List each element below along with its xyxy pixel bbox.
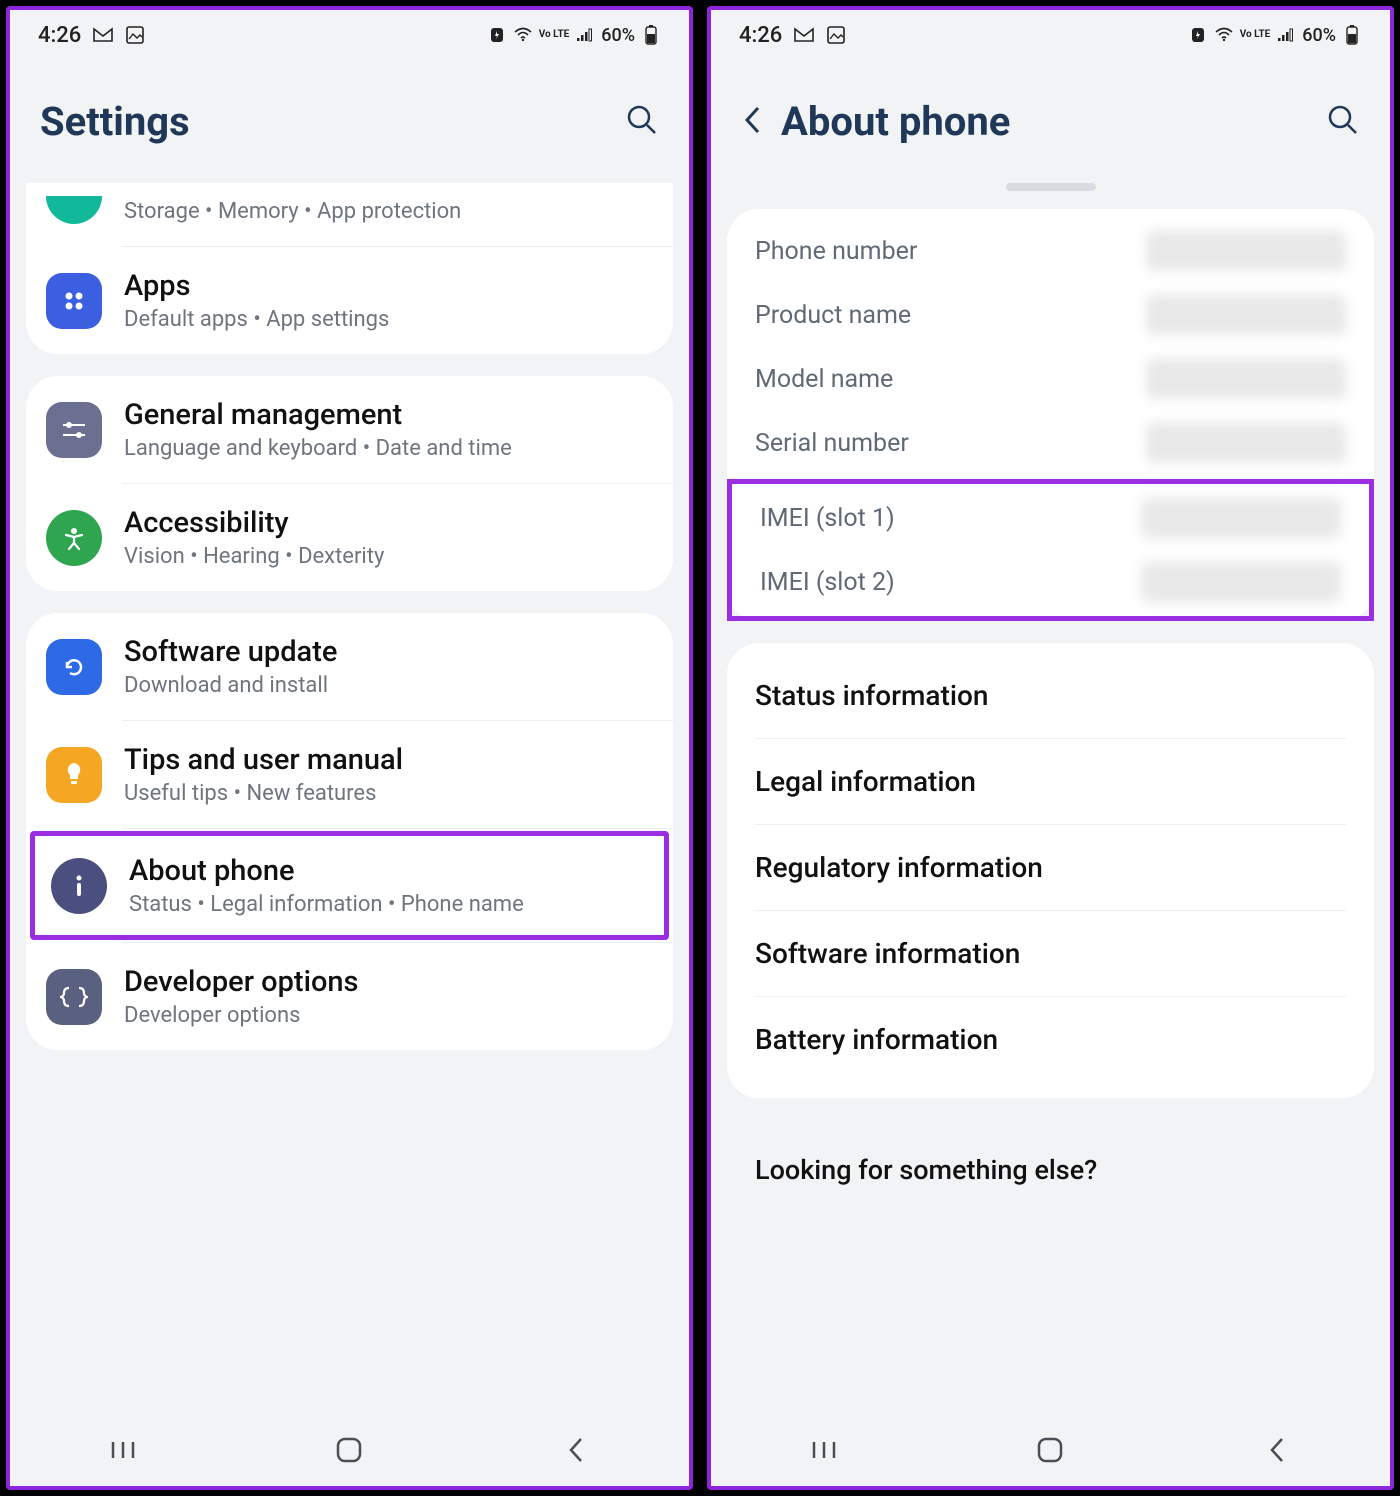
nav-recent[interactable] [103, 1430, 143, 1470]
volte-icon: Vo LTE [539, 30, 570, 40]
gallery-icon [826, 25, 846, 45]
row-status-information[interactable]: Status information [727, 653, 1374, 738]
row-dev-sub: Developer options [124, 1003, 653, 1028]
wifi-icon [1214, 25, 1234, 45]
battery-saver-icon [1188, 25, 1208, 45]
about-phone-screen: 4:26 Vo LTE 60% About phone Phone number… [707, 6, 1394, 1490]
status-bar: 4:26 Vo LTE 60% [711, 10, 1390, 60]
back-button[interactable] [741, 103, 781, 141]
blurred-value [1146, 295, 1346, 335]
row-apps[interactable]: Apps Default apps • App settings [26, 247, 673, 354]
blurred-value [1146, 359, 1346, 399]
row-apps-title: Apps [124, 269, 653, 303]
shield-icon [46, 196, 102, 224]
braces-icon [46, 969, 102, 1025]
search-button[interactable] [625, 103, 659, 141]
drag-handle[interactable] [1006, 183, 1096, 191]
battery-icon [641, 25, 661, 45]
row-general-sub: Language and keyboard • Date and time [124, 436, 653, 461]
card-system: Software update Download and install Tip… [26, 613, 673, 1050]
looking-for-something[interactable]: Looking for something else? [727, 1120, 1374, 1194]
settings-header: Settings [10, 60, 689, 183]
gmail-icon [794, 25, 814, 45]
row-battery-information[interactable]: Battery information [727, 997, 1374, 1082]
row-dev-title: Developer options [124, 965, 653, 999]
update-icon [46, 639, 102, 695]
row-general-management[interactable]: General management Language and keyboard… [26, 376, 673, 483]
settings-screen: 4:26 Vo LTE 60% Settings Storage • Memor… [6, 6, 693, 1490]
nav-home[interactable] [329, 1430, 369, 1470]
page-title: Settings [40, 98, 625, 145]
row-software-information[interactable]: Software information [727, 911, 1374, 996]
row-about-title: About phone [129, 854, 648, 888]
about-header: About phone [711, 60, 1390, 183]
card-device-care: Storage • Memory • App protection Apps D… [26, 183, 673, 354]
divider [122, 828, 673, 829]
apps-icon [46, 273, 102, 329]
gmail-icon [93, 25, 113, 45]
row-software-title: Software update [124, 635, 653, 669]
row-accessibility[interactable]: Accessibility Vision • Hearing • Dexteri… [26, 484, 673, 591]
gallery-icon [125, 25, 145, 45]
signal-icon [575, 25, 595, 45]
row-developer-options[interactable]: Developer options Developer options [26, 943, 673, 1050]
row-tips-sub: Useful tips • New features [124, 781, 653, 806]
volte-icon: Vo LTE [1240, 30, 1271, 40]
row-apps-sub: Default apps • App settings [124, 307, 653, 332]
info-icon [51, 858, 107, 914]
blurred-value [1146, 231, 1346, 271]
blurred-value [1141, 498, 1341, 538]
sliders-icon [46, 402, 102, 458]
row-regulatory-information[interactable]: Regulatory information [727, 825, 1374, 910]
row-model-name[interactable]: Model name [727, 347, 1374, 411]
nav-back[interactable] [556, 1430, 596, 1470]
row-storage[interactable]: Storage • Memory • App protection [26, 183, 673, 246]
row-accessibility-sub: Vision • Hearing • Dexterity [124, 544, 653, 569]
accessibility-icon [46, 510, 102, 566]
page-title: About phone [781, 98, 1326, 145]
signal-icon [1276, 25, 1296, 45]
row-tips-title: Tips and user manual [124, 743, 653, 777]
row-storage-sub: Storage • Memory • App protection [124, 199, 653, 224]
battery-percent: 60% [1302, 25, 1336, 46]
blurred-value [1141, 562, 1341, 602]
lightbulb-icon [46, 747, 102, 803]
row-about-sub: Status • Legal information • Phone name [129, 892, 648, 917]
row-accessibility-title: Accessibility [124, 506, 653, 540]
wifi-icon [513, 25, 533, 45]
row-product-name[interactable]: Product name [727, 283, 1374, 347]
row-legal-information[interactable]: Legal information [727, 739, 1374, 824]
imei-highlight: IMEI (slot 1) IMEI (slot 2) [727, 479, 1374, 621]
nav-recent[interactable] [804, 1430, 844, 1470]
row-imei-slot2[interactable]: IMEI (slot 2) [732, 550, 1369, 614]
row-software-update[interactable]: Software update Download and install [26, 613, 673, 720]
battery-saver-icon [487, 25, 507, 45]
nav-back[interactable] [1257, 1430, 1297, 1470]
card-general: General management Language and keyboard… [26, 376, 673, 591]
status-time: 4:26 [38, 23, 81, 48]
search-button[interactable] [1326, 103, 1360, 141]
row-tips[interactable]: Tips and user manual Useful tips • New f… [26, 721, 673, 828]
battery-icon [1342, 25, 1362, 45]
row-phone-number[interactable]: Phone number [727, 219, 1374, 283]
navigation-bar [711, 1414, 1390, 1486]
row-general-title: General management [124, 398, 653, 432]
status-bar: 4:26 Vo LTE 60% [10, 10, 689, 60]
device-info-card: Phone number Product name Model name Ser… [727, 209, 1374, 621]
blurred-value [1146, 423, 1346, 463]
row-imei-slot1[interactable]: IMEI (slot 1) [732, 486, 1369, 550]
battery-percent: 60% [601, 25, 635, 46]
row-about-phone[interactable]: About phone Status • Legal information •… [30, 831, 669, 940]
status-time: 4:26 [739, 23, 782, 48]
row-serial-number[interactable]: Serial number [727, 411, 1374, 475]
nav-home[interactable] [1030, 1430, 1070, 1470]
information-links-card: Status information Legal information Reg… [727, 643, 1374, 1098]
navigation-bar [10, 1414, 689, 1486]
row-software-sub: Download and install [124, 673, 653, 698]
